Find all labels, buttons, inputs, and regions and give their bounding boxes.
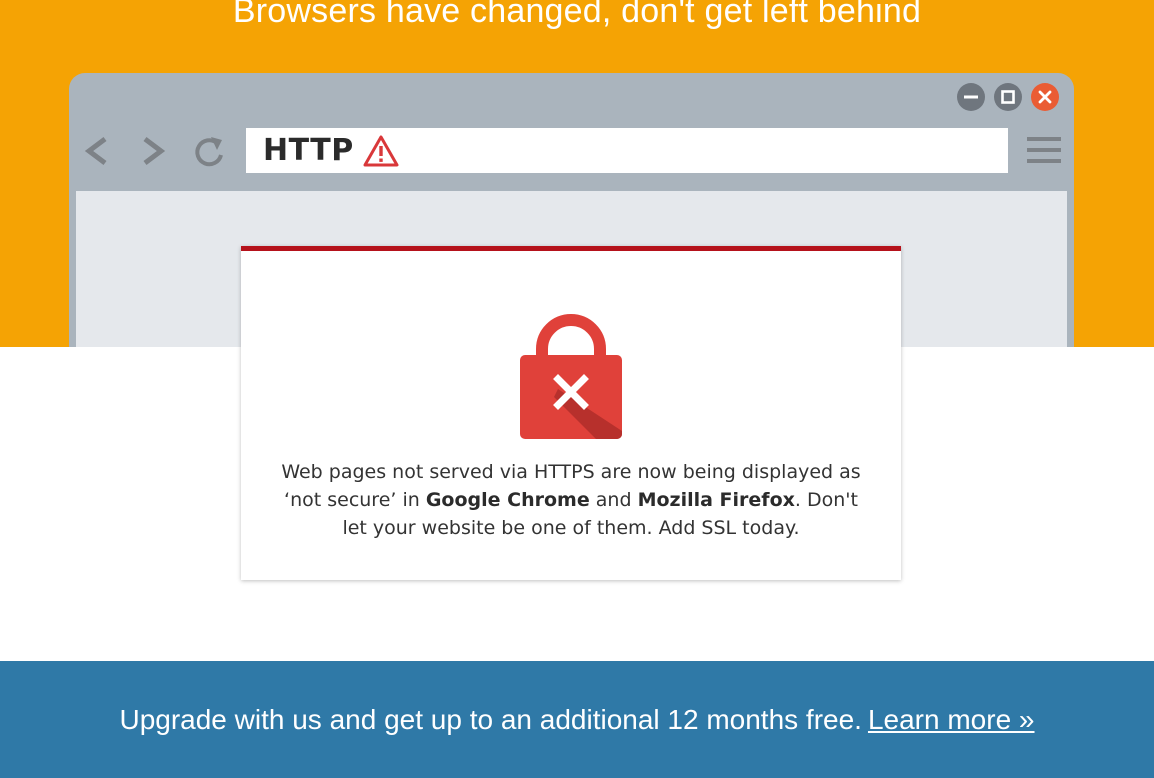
warning-triangle-icon [362,134,400,168]
promo-text: Upgrade with us and get up to an additio… [119,703,862,735]
close-icon [1031,83,1059,111]
hamburger-menu-icon [1027,135,1061,165]
lock-error-icon [518,313,624,441]
minimize-icon [957,83,985,111]
browser-name-chrome: Google Chrome [425,489,590,511]
reload-icon [191,131,227,171]
forward-arrow-icon [135,131,171,171]
protocol-label: HTTP [263,133,354,168]
back-arrow-icon [79,131,115,171]
browser-name-firefox: Mozilla Firefox [637,489,795,511]
learn-more-link[interactable]: Learn more » [868,704,1035,735]
maximize-icon [994,83,1022,111]
promo-footer: Upgrade with us and get up to an additio… [0,661,1154,778]
hero-title: Browsers have changed, don't get left be… [232,0,922,30]
promo-text-line: Upgrade with us and get up to an additio… [119,704,1034,736]
address-bar: HTTP [246,128,1008,173]
security-warning-text: Web pages not served via HTTPS are now b… [281,458,861,542]
warning-text-part2: and [589,489,638,511]
security-warning-card: Web pages not served via HTTPS are now b… [241,246,901,580]
